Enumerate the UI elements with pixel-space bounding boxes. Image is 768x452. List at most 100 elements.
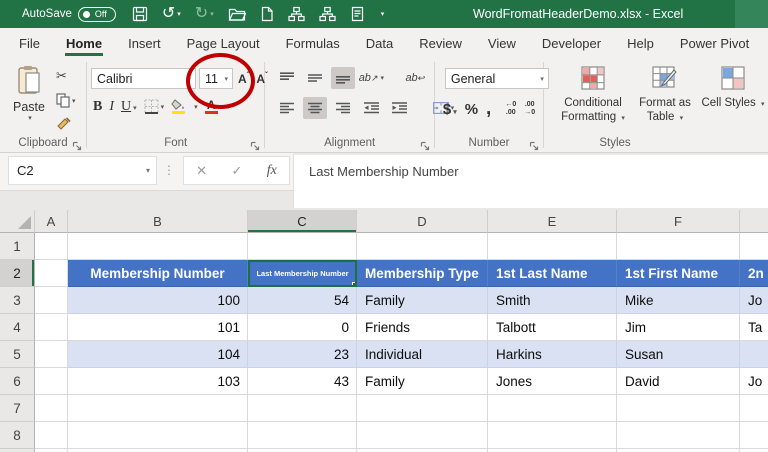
cell-e6[interactable]: Jones (488, 368, 617, 395)
copy-dropdown-icon[interactable]: ▾ (72, 97, 76, 105)
column-header-d[interactable]: D (357, 210, 488, 233)
borders-dropdown-icon[interactable]: ▾ (161, 103, 165, 111)
cell[interactable] (35, 341, 68, 368)
accounting-dropdown-icon[interactable]: ▾ (453, 109, 457, 116)
cell[interactable] (488, 233, 617, 260)
cell[interactable] (248, 422, 357, 449)
cell[interactable] (35, 287, 68, 314)
copy-button[interactable]: ▾ (56, 93, 76, 108)
undo-dropdown-icon[interactable]: ▾ (177, 10, 181, 18)
cell-g5[interactable] (740, 341, 768, 368)
number-format-combo[interactable]: General ▾ (445, 68, 549, 89)
cell-f4[interactable]: Jim (617, 314, 740, 341)
row-header-4[interactable]: 4 (0, 314, 35, 341)
cell[interactable] (617, 422, 740, 449)
cancel-icon[interactable]: ✕ (196, 163, 207, 179)
tab-help[interactable]: Help (614, 28, 667, 58)
cell-b3[interactable]: 100 (68, 287, 248, 314)
format-painter-button[interactable] (56, 117, 71, 131)
fill-color-dropdown-icon[interactable]: ▾ (194, 103, 198, 111)
cell[interactable] (35, 314, 68, 341)
cell-c4[interactable]: 0 (248, 314, 357, 341)
column-header-b[interactable]: B (68, 210, 248, 233)
column-header-c[interactable]: C (248, 210, 357, 233)
column-header-a[interactable]: A (35, 210, 68, 233)
increase-indent-button[interactable] (387, 97, 411, 119)
row-header-6[interactable]: 6 (0, 368, 35, 395)
row-header-3[interactable]: 3 (0, 287, 35, 314)
enter-icon[interactable]: ✓ (231, 163, 242, 179)
cell-f6[interactable]: David (617, 368, 740, 395)
conditional-formatting-dropdown-icon[interactable]: ▾ (621, 115, 625, 122)
cell[interactable] (35, 260, 68, 287)
font-dialog-launcher-icon[interactable] (250, 138, 260, 148)
tab-view[interactable]: View (475, 28, 529, 58)
align-right-button[interactable] (331, 97, 355, 119)
alignment-dialog-launcher-icon[interactable] (420, 138, 430, 148)
cell[interactable] (488, 422, 617, 449)
cell[interactable] (740, 422, 768, 449)
percent-style-button[interactable]: % (465, 101, 478, 118)
align-top-button[interactable] (275, 67, 299, 89)
name-box-dropdown-icon[interactable]: ▾ (146, 166, 150, 175)
bold-button[interactable]: B (93, 98, 102, 115)
select-all-button[interactable] (0, 210, 35, 233)
cell[interactable] (357, 395, 488, 422)
accounting-format-button[interactable]: $▾ (443, 101, 457, 118)
cell[interactable] (740, 233, 768, 260)
tab-review[interactable]: Review (406, 28, 475, 58)
autosave-toggle[interactable]: Off (78, 7, 116, 22)
cell-c6[interactable]: 43 (248, 368, 357, 395)
cell-c3[interactable]: 54 (248, 287, 357, 314)
cell[interactable] (617, 233, 740, 260)
tab-insert[interactable]: Insert (115, 28, 174, 58)
cell[interactable] (248, 233, 357, 260)
font-name-combo[interactable]: Calibri ▾ (91, 68, 196, 89)
cell-styles-dropdown-icon[interactable]: ▾ (761, 101, 765, 108)
redo-button[interactable]: ↻ ▾ (195, 6, 214, 22)
decrease-indent-button[interactable] (359, 97, 383, 119)
cut-button[interactable]: ✂ (56, 68, 67, 84)
qat-customize-icon[interactable]: ▾ (381, 10, 385, 18)
align-bottom-button[interactable] (331, 67, 355, 89)
underline-dropdown-icon[interactable]: ▾ (133, 105, 137, 112)
row-header-1[interactable]: 1 (0, 233, 35, 260)
redo-dropdown-icon[interactable]: ▾ (210, 10, 214, 18)
cell-f3[interactable]: Mike (617, 287, 740, 314)
cell-d2[interactable]: Membership Type (357, 260, 488, 287)
wrap-text-button[interactable]: ab↩ (403, 67, 427, 89)
cell[interactable] (357, 422, 488, 449)
align-middle-button[interactable] (303, 67, 327, 89)
clipboard-dialog-launcher-icon[interactable] (72, 138, 82, 148)
cell-styles-button[interactable]: Cell Styles ▾ (698, 58, 768, 152)
cell[interactable] (35, 368, 68, 395)
cell-g4[interactable]: Ta (740, 314, 768, 341)
cell[interactable] (357, 233, 488, 260)
formula-bar-handle-icon[interactable]: ⋮ (163, 163, 176, 177)
tab-developer[interactable]: Developer (529, 28, 614, 58)
paste-dropdown-icon[interactable]: ▾ (28, 114, 32, 122)
italic-button[interactable]: I (109, 98, 114, 115)
fill-handle[interactable] (352, 282, 357, 287)
cell-d4[interactable]: Friends (357, 314, 488, 341)
cell-d5[interactable]: Individual (357, 341, 488, 368)
row-header-7[interactable]: 7 (0, 395, 35, 422)
comma-style-button[interactable]: , (486, 98, 491, 120)
print-preview-icon[interactable] (350, 6, 365, 22)
tab-data[interactable]: Data (353, 28, 406, 58)
cell[interactable] (35, 422, 68, 449)
save-icon[interactable] (132, 6, 148, 22)
name-box[interactable]: C2 ▾ (8, 156, 157, 185)
cell-f2[interactable]: 1st First Name (617, 260, 740, 287)
cell[interactable] (68, 233, 248, 260)
decrease-decimal-button[interactable]: .00 →0 (524, 101, 535, 117)
cell-c5[interactable]: 23 (248, 341, 357, 368)
cell-f5[interactable]: Susan (617, 341, 740, 368)
cell-g3[interactable]: Jo (740, 287, 768, 314)
cell[interactable] (740, 395, 768, 422)
row-header-2[interactable]: 2 (0, 260, 35, 287)
hierarchy-icon[interactable] (288, 6, 305, 22)
tab-formulas[interactable]: Formulas (273, 28, 353, 58)
fill-color-button[interactable] (171, 99, 185, 114)
align-left-button[interactable] (275, 97, 299, 119)
